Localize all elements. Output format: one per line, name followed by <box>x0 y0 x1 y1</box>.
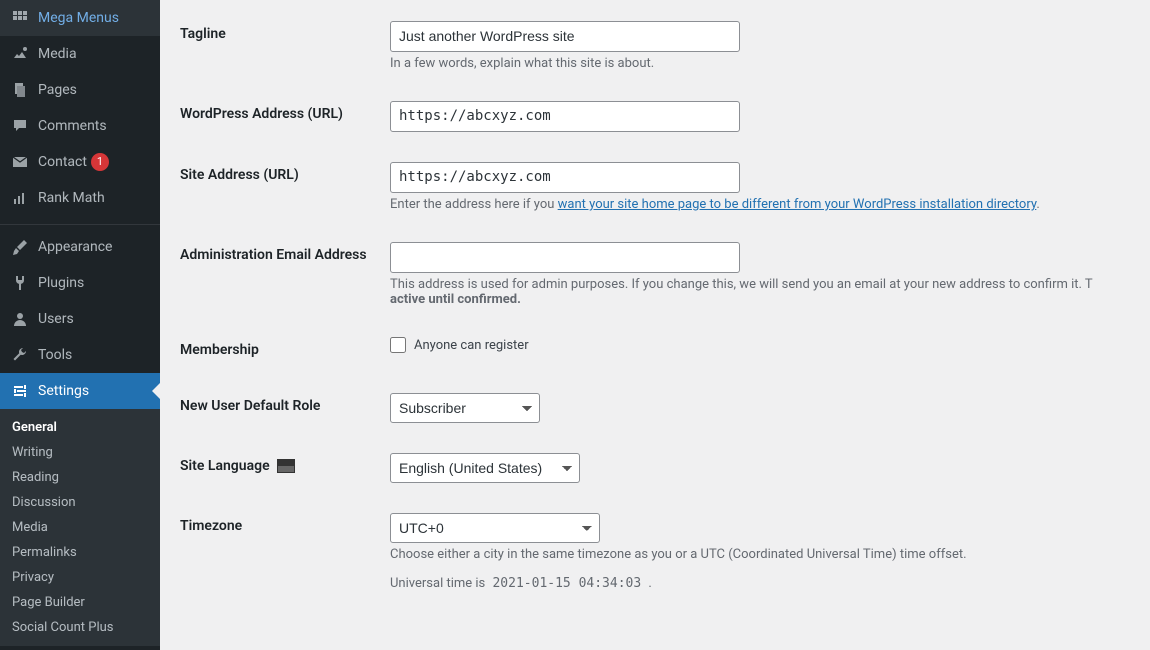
submenu-item-media[interactable]: Media <box>0 515 160 540</box>
site-language-select[interactable]: English (United States) <box>390 453 580 483</box>
tagline-description: In a few words, explain what this site i… <box>390 56 1120 71</box>
submenu-item-discussion[interactable]: Discussion <box>0 490 160 515</box>
settings-submenu: GeneralWritingReadingDiscussionMediaPerm… <box>0 409 160 646</box>
sidebar-item-mega-menus[interactable]: Mega Menus <box>0 0 160 36</box>
sidebar-item-label: Contact <box>38 154 87 170</box>
timezone-description: Choose either a city in the same timezon… <box>390 547 1120 562</box>
sidebar-item-label: Users <box>38 311 74 327</box>
default-role-select[interactable]: Subscriber <box>390 393 540 423</box>
sidebar-item-label: Rank Math <box>38 190 105 206</box>
grid-icon <box>10 8 30 28</box>
tagline-input[interactable] <box>390 21 740 52</box>
sidebar-item-label: Tools <box>38 347 72 363</box>
site-address-label: Site Address (URL) <box>180 167 299 183</box>
translate-icon <box>277 459 295 473</box>
sidebar-item-pages[interactable]: Pages <box>0 72 160 108</box>
sidebar-item-label: Plugins <box>38 275 84 291</box>
admin-email-description: This address is used for admin purposes.… <box>390 277 1120 307</box>
submenu-item-writing[interactable]: Writing <box>0 440 160 465</box>
universal-time-text: Universal time is 2021-01-15 04:34:03 . <box>390 576 1120 591</box>
anyone-can-register-label: Anyone can register <box>414 338 529 353</box>
sidebar-item-label: Settings <box>38 383 89 399</box>
submenu-item-permalinks[interactable]: Permalinks <box>0 540 160 565</box>
sidebar-item-label: Comments <box>38 118 107 134</box>
sidebar-item-label: Pages <box>38 82 77 98</box>
sidebar-item-settings[interactable]: Settings <box>0 373 160 409</box>
submenu-item-social-count-plus[interactable]: Social Count Plus <box>0 615 160 640</box>
sidebar-item-comments[interactable]: Comments <box>0 108 160 144</box>
sidebar-item-tools[interactable]: Tools <box>0 337 160 373</box>
membership-label: Membership <box>180 342 259 358</box>
sidebar-item-contact[interactable]: Contact1 <box>0 144 160 180</box>
wp-address-input[interactable] <box>390 101 740 132</box>
default-role-label: New User Default Role <box>180 398 320 414</box>
admin-email-input[interactable] <box>390 242 740 273</box>
settings-general-page: Tagline In a few words, explain what thi… <box>160 0 1150 650</box>
settings-icon <box>10 381 30 401</box>
sidebar-item-plugins[interactable]: Plugins <box>0 265 160 301</box>
submenu-item-privacy[interactable]: Privacy <box>0 565 160 590</box>
chart-icon <box>10 188 30 208</box>
sidebar-item-label: Media <box>38 46 77 62</box>
user-icon <box>10 309 30 329</box>
site-language-label: Site Language <box>180 458 295 474</box>
media-icon <box>10 44 30 64</box>
tagline-label: Tagline <box>180 26 226 42</box>
sidebar-item-label: Appearance <box>38 239 112 255</box>
submenu-item-page-builder[interactable]: Page Builder <box>0 590 160 615</box>
anyone-can-register-checkbox[interactable] <box>390 337 406 353</box>
sidebar-item-media[interactable]: Media <box>0 36 160 72</box>
wrench-icon <box>10 345 30 365</box>
sidebar-item-label: Mega Menus <box>38 10 119 26</box>
sidebar-item-rank-math[interactable]: Rank Math <box>0 180 160 216</box>
plug-icon <box>10 273 30 293</box>
wp-address-label: WordPress Address (URL) <box>180 106 343 122</box>
submenu-item-general[interactable]: General <box>0 415 160 440</box>
mail-icon <box>10 152 30 172</box>
sidebar-item-appearance[interactable]: Appearance <box>0 229 160 265</box>
timezone-label: Timezone <box>180 518 242 534</box>
notification-badge: 1 <box>91 153 109 171</box>
admin-email-label: Administration Email Address <box>180 247 367 263</box>
timezone-select[interactable]: UTC+0 <box>390 513 600 543</box>
submenu-item-reading[interactable]: Reading <box>0 465 160 490</box>
site-address-help-link[interactable]: want your site home page to be different… <box>558 197 1037 212</box>
sidebar-item-users[interactable]: Users <box>0 301 160 337</box>
admin-sidebar: Mega Menus Media Pages Comments Contact1 Rank… <box>0 0 160 650</box>
menu-separator <box>0 220 160 225</box>
page-icon <box>10 80 30 100</box>
brush-icon <box>10 237 30 257</box>
site-address-description: Enter the address here if you want your … <box>390 197 1120 212</box>
universal-time-value: 2021-01-15 04:34:03 <box>488 574 645 593</box>
comment-icon <box>10 116 30 136</box>
site-address-input[interactable] <box>390 162 740 193</box>
